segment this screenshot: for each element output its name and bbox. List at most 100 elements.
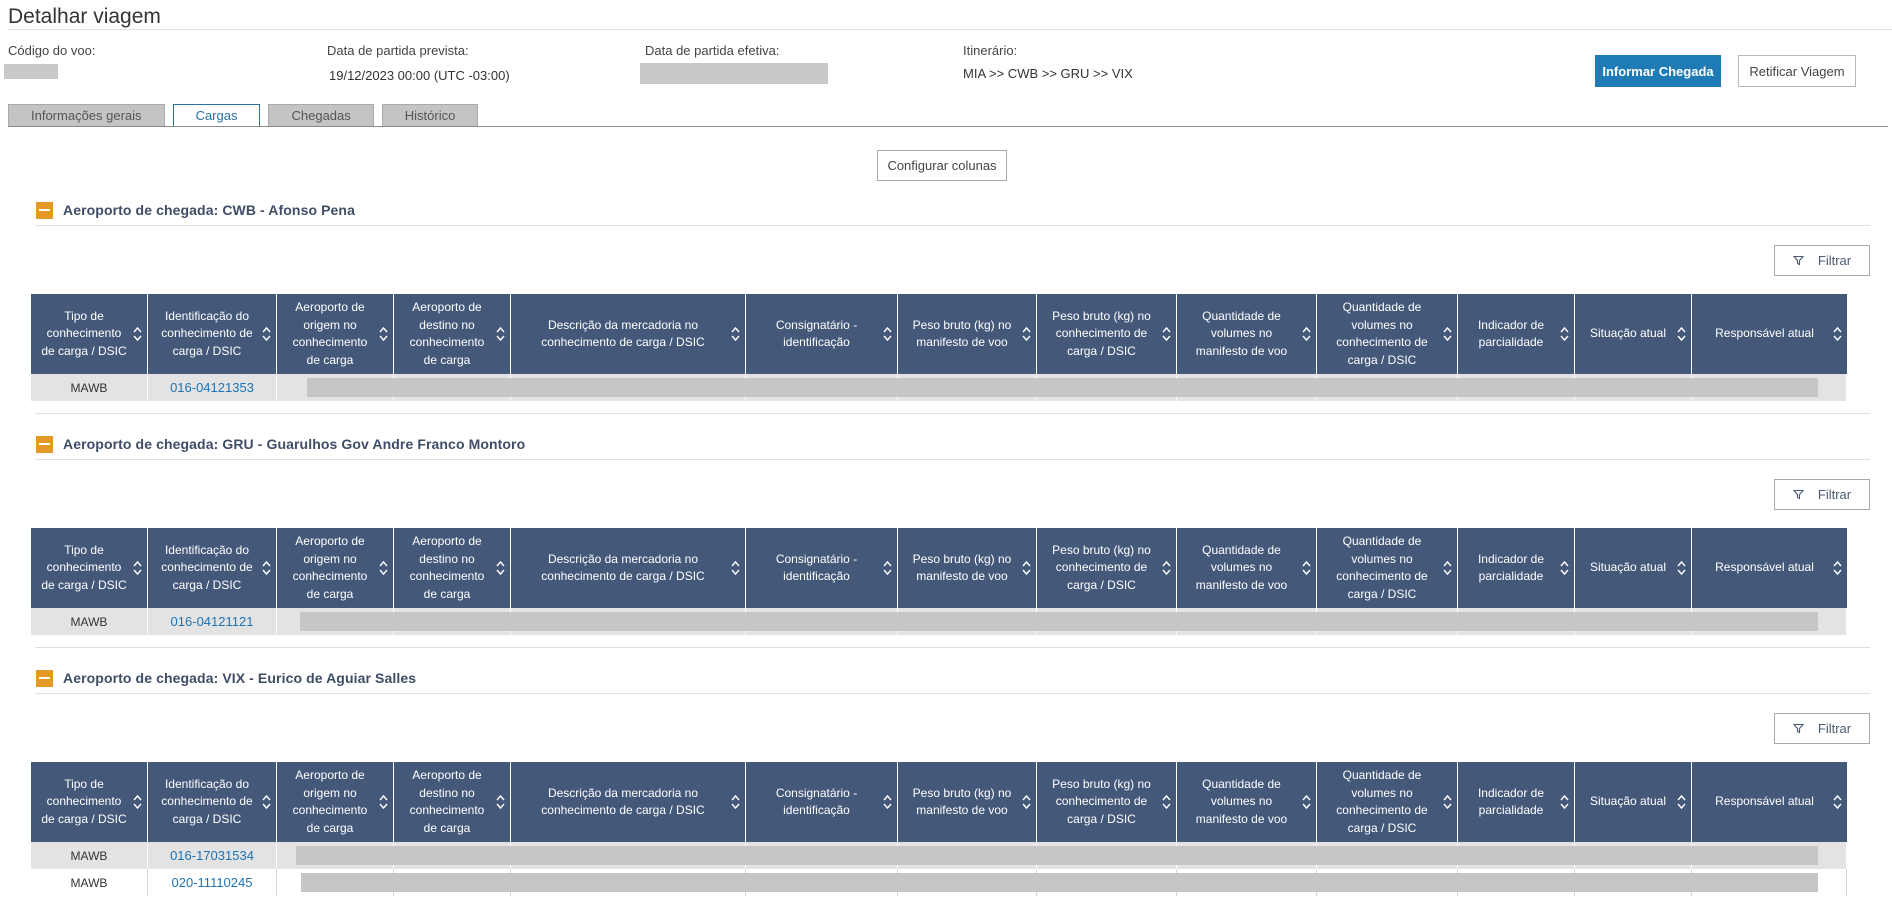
sort-icon[interactable] [262,794,271,810]
column-header[interactable]: Aeroporto de destino no conhecimento de … [394,762,511,842]
sort-icon[interactable] [133,326,142,342]
cargo-id-link[interactable]: 016-04121121 [171,614,254,629]
column-header[interactable]: Descrição da mercadoria no conhecimento … [511,762,746,842]
column-header[interactable]: Quantidade de volumes no manifesto de vo… [1177,762,1317,842]
column-header[interactable]: Peso bruto (kg) no conhecimento de carga… [1037,294,1177,374]
tab-history[interactable]: Histórico [381,104,479,126]
report-arrival-button[interactable]: Informar Chegada [1595,55,1721,87]
rectify-trip-button[interactable]: Retificar Viagem [1738,55,1856,87]
sort-icon[interactable] [379,794,388,810]
column-header[interactable]: Peso bruto (kg) no manifesto de voo [898,762,1037,842]
sort-icon[interactable] [262,560,271,576]
table-row[interactable]: MAWB 016-17031534 [31,842,1847,869]
sort-icon[interactable] [1443,560,1452,576]
sort-icon[interactable] [731,560,740,576]
sort-icon[interactable] [1560,326,1569,342]
column-header[interactable]: Aeroporto de origem no conhecimento de c… [277,528,394,608]
collapse-icon[interactable] [36,435,53,453]
sort-icon[interactable] [1443,794,1452,810]
column-header[interactable]: Identificação do conhecimento de carga /… [148,528,277,608]
sort-icon[interactable] [496,794,505,810]
sort-icon[interactable] [1022,560,1031,576]
sort-icon[interactable] [883,560,892,576]
sort-icon[interactable] [1677,326,1686,342]
column-header[interactable]: Peso bruto (kg) no manifesto de voo [898,528,1037,608]
sort-icon[interactable] [1162,560,1171,576]
column-header[interactable]: Indicador de parcialidade [1458,528,1575,608]
column-header[interactable]: Tipo de conhecimento de carga / DSIC [31,528,148,608]
sort-icon[interactable] [1302,560,1311,576]
sort-icon[interactable] [1560,560,1569,576]
table-row[interactable]: MAWB 020-11110245 [31,869,1847,896]
tab-cargo[interactable]: Cargas [172,104,261,127]
tab-arrivals[interactable]: Chegadas [268,104,374,126]
filter-button[interactable]: Filtrar [1774,245,1870,276]
column-header[interactable]: Identificação do conhecimento de carga /… [148,762,277,842]
column-header[interactable]: Descrição da mercadoria no conhecimento … [511,528,746,608]
column-header[interactable]: Quantidade de volumes no manifesto de vo… [1177,528,1317,608]
filter-button[interactable]: Filtrar [1774,479,1870,510]
sort-icon[interactable] [1302,794,1311,810]
column-header[interactable]: Consignatário - identificação [746,528,898,608]
column-header[interactable]: Peso bruto (kg) no conhecimento de carga… [1037,762,1177,842]
column-header[interactable]: Identificação do conhecimento de carga /… [148,294,277,374]
column-header[interactable]: Aeroporto de origem no conhecimento de c… [277,294,394,374]
column-header[interactable]: Situação atual [1575,762,1692,842]
sort-icon[interactable] [1022,326,1031,342]
column-header[interactable]: Aeroporto de destino no conhecimento de … [394,294,511,374]
column-header[interactable]: Peso bruto (kg) no manifesto de voo [898,294,1037,374]
sort-icon[interactable] [1162,794,1171,810]
table-row[interactable]: MAWB 016-04121121 [31,608,1847,635]
sort-icon[interactable] [379,560,388,576]
column-header[interactable]: Tipo de conhecimento de carga / DSIC [31,762,148,842]
table-row[interactable]: MAWB 016-04121353 [31,374,1847,401]
sort-icon[interactable] [262,326,271,342]
column-header[interactable]: Indicador de parcialidade [1458,294,1575,374]
column-header[interactable]: Quantidade de volumes no conhecimento de… [1317,762,1458,842]
sort-icon[interactable] [1302,326,1311,342]
tab-general-info[interactable]: Informações gerais [8,104,165,126]
sort-icon[interactable] [731,794,740,810]
column-header[interactable]: Situação atual [1575,528,1692,608]
sort-icon[interactable] [1443,326,1452,342]
column-header[interactable]: Quantidade de volumes no conhecimento de… [1317,528,1458,608]
sort-icon[interactable] [1677,560,1686,576]
column-header[interactable]: Tipo de conhecimento de carga / DSIC [31,294,148,374]
column-header[interactable]: Consignatário - identificação [746,294,898,374]
column-header[interactable]: Aeroporto de origem no conhecimento de c… [277,762,394,842]
sort-icon[interactable] [379,326,388,342]
column-header[interactable]: Peso bruto (kg) no conhecimento de carga… [1037,528,1177,608]
column-header[interactable]: Responsável atual [1692,528,1847,608]
sort-icon[interactable] [1833,794,1842,810]
column-header[interactable]: Aeroporto de destino no conhecimento de … [394,528,511,608]
sort-icon[interactable] [496,326,505,342]
column-header[interactable]: Descrição da mercadoria no conhecimento … [511,294,746,374]
filter-button[interactable]: Filtrar [1774,713,1870,744]
collapse-icon[interactable] [36,201,53,219]
column-header[interactable]: Quantidade de volumes no conhecimento de… [1317,294,1458,374]
column-header[interactable]: Responsável atual [1692,294,1847,374]
column-header-label: Quantidade de volumes no manifesto de vo… [1195,308,1288,358]
cargo-id-link[interactable]: 020-11110245 [172,875,253,890]
sort-icon[interactable] [731,326,740,342]
sort-icon[interactable] [1162,326,1171,342]
column-header[interactable]: Quantidade de volumes no manifesto de vo… [1177,294,1317,374]
sort-icon[interactable] [1022,794,1031,810]
column-header[interactable]: Situação atual [1575,294,1692,374]
sort-icon[interactable] [1677,794,1686,810]
sort-icon[interactable] [1833,326,1842,342]
sort-icon[interactable] [133,560,142,576]
sort-icon[interactable] [883,794,892,810]
sort-icon[interactable] [883,326,892,342]
collapse-icon[interactable] [36,669,53,687]
column-header[interactable]: Indicador de parcialidade [1458,762,1575,842]
configure-columns-button[interactable]: Configurar colunas [877,150,1007,181]
cargo-id-link[interactable]: 016-17031534 [170,848,254,863]
sort-icon[interactable] [133,794,142,810]
sort-icon[interactable] [496,560,505,576]
sort-icon[interactable] [1560,794,1569,810]
cargo-id-link[interactable]: 016-04121353 [170,380,254,395]
column-header[interactable]: Consignatário - identificação [746,762,898,842]
column-header[interactable]: Responsável atual [1692,762,1847,842]
sort-icon[interactable] [1833,560,1842,576]
